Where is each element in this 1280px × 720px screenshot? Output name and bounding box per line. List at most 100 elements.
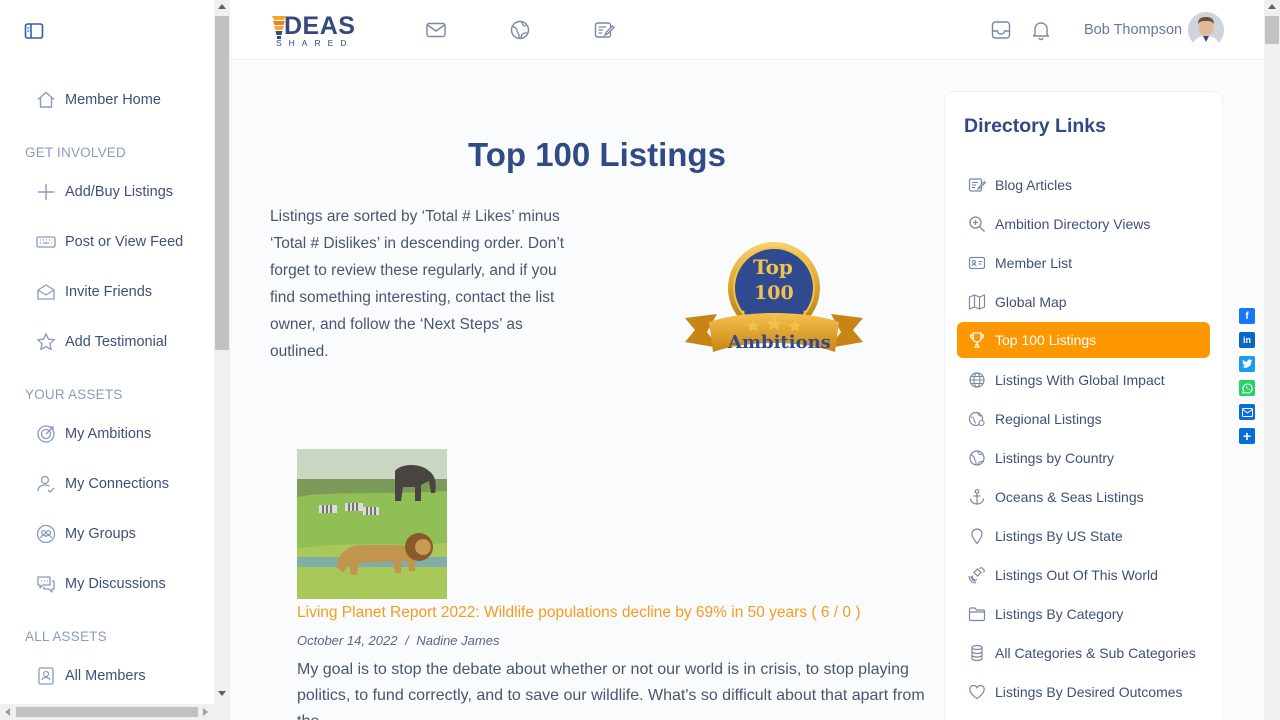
directory-item-label: Listings Out Of This World	[995, 567, 1158, 583]
scroll-right-arrow-icon[interactable]	[203, 708, 208, 716]
sidebar-item-label: Post or View Feed	[65, 234, 184, 250]
inbox-icon[interactable]	[990, 19, 1012, 41]
regional-globe-icon	[968, 410, 986, 428]
directory-item-label: Global Map	[995, 294, 1067, 310]
directory-item-listings-out-of-this-world[interactable]: Listings Out Of This World	[957, 557, 1210, 593]
scroll-down-arrow-icon[interactable]	[218, 691, 226, 696]
directory-item-ambition-directory-views[interactable]: Ambition Directory Views	[957, 206, 1210, 242]
page-scrollbar[interactable]	[1264, 0, 1280, 720]
scrollbar-thumb[interactable]	[16, 707, 198, 717]
satellite-icon	[968, 566, 986, 584]
sidebar-item-member-home[interactable]: Member Home	[36, 88, 161, 112]
sidebar-item-my-groups[interactable]: My Groups	[36, 522, 136, 546]
member-card-icon	[36, 666, 56, 686]
keyboard-icon	[36, 232, 56, 252]
whatsapp-share-icon[interactable]	[1239, 380, 1255, 396]
directory-item-label: Regional Listings	[995, 411, 1102, 427]
scrollbar-thumb[interactable]	[1265, 16, 1279, 44]
directory-item-oceans-seas-listings[interactable]: Oceans & Seas Listings	[957, 479, 1210, 515]
sidebar-item-my-ambitions[interactable]: My Ambitions	[36, 422, 151, 446]
directory-item-regional-listings[interactable]: Regional Listings	[957, 401, 1210, 437]
post-author[interactable]: Nadine James	[416, 633, 499, 648]
directory-item-listings-by-desired-outcomes[interactable]: Listings By Desired Outcomes	[957, 674, 1210, 710]
section-heading-get-involved: GET INVOLVED	[25, 145, 126, 160]
post-thumbnail[interactable]	[297, 449, 447, 599]
directory-item-label: Listings By Desired Outcomes	[995, 684, 1183, 700]
directory-item-label: All Categories & Sub Categories	[995, 645, 1196, 661]
sidebar-item-post-or-view-feed[interactable]: Post or View Feed	[36, 230, 183, 254]
group-icon	[36, 524, 56, 544]
directory-item-label: Listings by Country	[995, 450, 1115, 466]
logo-tagline: SHARED	[276, 38, 354, 48]
directory-item-label: Blog Articles	[995, 177, 1073, 193]
twitter-share-icon[interactable]	[1239, 356, 1255, 372]
directory-item-blog-articles[interactable]: Blog Articles	[957, 167, 1210, 203]
map-pin-icon	[968, 527, 986, 545]
directory-item-global-map[interactable]: Global Map	[957, 284, 1210, 320]
directory-item-member-list[interactable]: Member List	[957, 245, 1210, 281]
directory-item-listings-with-global-impact[interactable]: Listings With Global Impact	[957, 362, 1210, 398]
directory-item-all-categories-sub-categories[interactable]: All Categories & Sub Categories	[957, 635, 1210, 671]
badge-text-100: 100	[754, 282, 794, 304]
scroll-up-arrow-icon[interactable]	[1268, 4, 1276, 9]
linkedin-share-icon[interactable]: in	[1239, 332, 1255, 348]
post-meta-separator: /	[405, 633, 409, 648]
directory-item-label: Oceans & Seas Listings	[995, 489, 1144, 505]
sidebar-item-invite-friends[interactable]: Invite Friends	[36, 280, 152, 304]
directory-item-label: Ambition Directory Views	[995, 216, 1151, 232]
more-share-icon[interactable]: +	[1239, 428, 1255, 444]
sidebar-scrollbar[interactable]	[214, 0, 230, 720]
scroll-left-arrow-icon[interactable]	[5, 708, 10, 716]
email-share-icon[interactable]	[1239, 404, 1255, 420]
heart-icon	[968, 683, 986, 701]
sidebar-item-my-discussions[interactable]: My Discussions	[36, 572, 166, 596]
map-icon	[968, 293, 986, 311]
avatar[interactable]	[1188, 12, 1224, 48]
intro-text: Listings are sorted by ‘Total # Likes’ m…	[270, 208, 565, 360]
sidebar-item-label: Add Testimonial	[65, 334, 168, 350]
sidebar-item-all-members[interactable]: All Members	[36, 664, 146, 688]
sidebar-item-add-buy-listings[interactable]: Add/Buy Listings	[36, 180, 173, 204]
directory-item-label: Listings By Category	[995, 606, 1124, 622]
badge-text-top: Top	[753, 255, 793, 279]
sidebar: Member Home GET INVOLVED Add/Buy Listing…	[0, 0, 214, 720]
chat-bubbles-icon	[36, 574, 56, 594]
blog-icon	[968, 176, 986, 194]
home-icon	[36, 90, 56, 110]
sidebar-item-label: My Groups	[65, 526, 136, 542]
id-card-icon	[968, 254, 986, 272]
section-heading-your-assets: YOUR ASSETS	[25, 387, 123, 402]
post-title-link[interactable]: Living Planet Report 2022: Wildlife popu…	[297, 604, 861, 622]
page-title: Top 100 Listings	[468, 136, 726, 173]
sidebar-item-label: Invite Friends	[65, 284, 153, 300]
zoom-icon	[968, 215, 986, 233]
top-100-badge: Top 100 Ambitions	[683, 240, 865, 362]
site-logo[interactable]: DEAS SHARED	[270, 12, 366, 48]
sidebar-item-label: Member Home	[65, 92, 161, 108]
globe-icon[interactable]	[509, 19, 531, 41]
directory-item-label: Listings With Global Impact	[995, 372, 1165, 388]
directory-item-listings-by-category[interactable]: Listings By Category	[957, 596, 1210, 632]
scroll-up-arrow-icon[interactable]	[218, 4, 226, 9]
sidebar-item-add-testimonial[interactable]: Add Testimonial	[36, 330, 167, 354]
edit-note-icon[interactable]	[593, 19, 615, 41]
sidebar-horizontal-scrollbar[interactable]	[0, 704, 214, 720]
trophy-icon	[968, 331, 986, 349]
directory-item-listings-by-country[interactable]: Listings by Country	[957, 440, 1210, 476]
scrollbar-thumb[interactable]	[215, 16, 229, 350]
user-name[interactable]: Bob Thompson	[1084, 22, 1182, 38]
sidebar-toggle-icon[interactable]	[24, 22, 44, 40]
mail-icon[interactable]	[425, 19, 447, 41]
bell-icon[interactable]	[1030, 19, 1052, 41]
database-icon	[968, 644, 986, 662]
user-check-icon	[36, 474, 56, 494]
directory-item-listings-by-us-state[interactable]: Listings By US State	[957, 518, 1210, 554]
sidebar-item-my-connections[interactable]: My Connections	[36, 472, 169, 496]
sidebar-item-label: My Ambitions	[65, 426, 152, 442]
facebook-share-icon[interactable]: f	[1239, 308, 1255, 324]
directory-item-label: Top 100 Listings	[995, 332, 1097, 348]
section-heading-all-assets: ALL ASSETS	[25, 629, 107, 644]
directory-item-top-100-listings[interactable]: Top 100 Listings	[957, 322, 1210, 358]
directory-links-title: Directory Links	[964, 115, 1106, 137]
post-excerpt: My goal is to stop the debate about whet…	[297, 661, 925, 720]
